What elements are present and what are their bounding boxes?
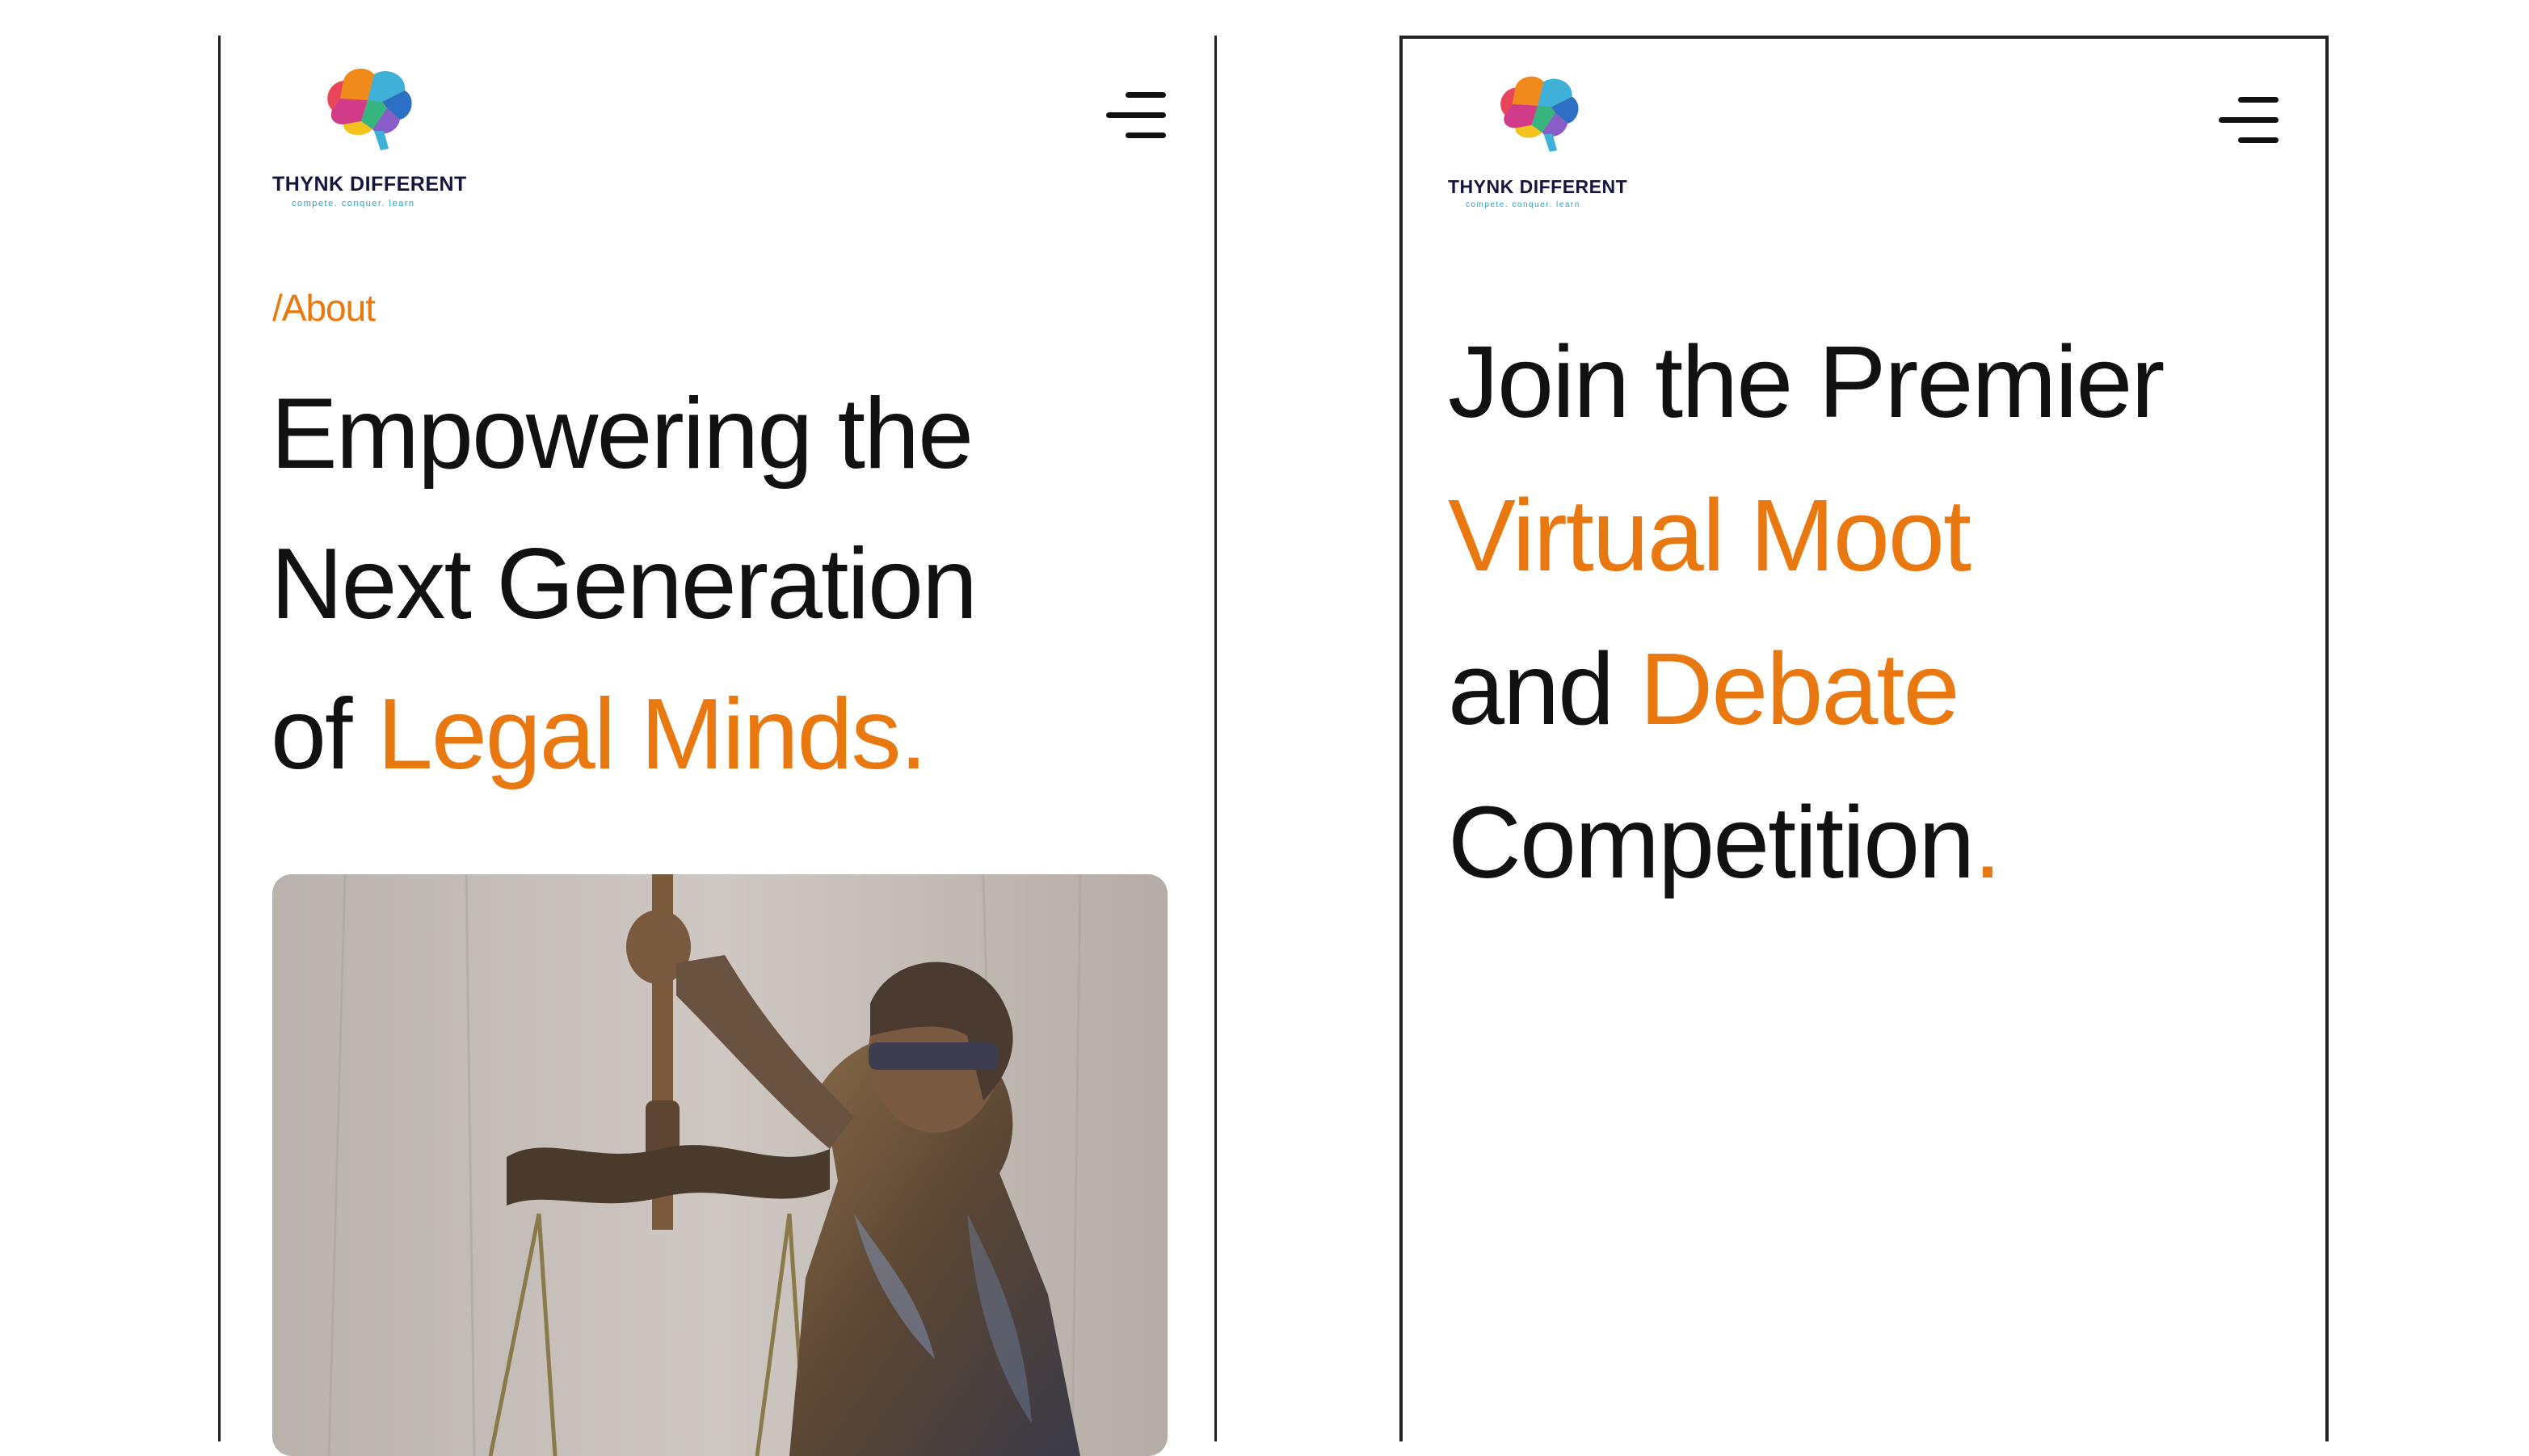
title-accent-virtual-moot: Virtual Moot <box>1448 478 1971 592</box>
title-line-2: Next Generation <box>271 528 978 640</box>
title-line-1: Join the Premier <box>1448 325 2165 439</box>
lady-justice-statue-icon <box>272 874 1168 1456</box>
title-line-3-prefix: and <box>1448 632 1640 746</box>
brand-logo[interactable]: THYNK DIFFERENT compete. conquer. learn <box>272 60 482 221</box>
brand-name: THYNK DIFFERENT <box>1448 176 1628 197</box>
title-line-3-prefix: of <box>271 679 377 790</box>
brand-tagline: compete. conquer. learn <box>1466 200 1580 209</box>
title-line-1: Empowering the <box>271 378 974 490</box>
about-screen: THYNK DIFFERENT compete. conquer. learn … <box>218 36 1217 1456</box>
lady-justice-image <box>272 874 1168 1456</box>
brain-logo-icon <box>327 69 412 150</box>
brain-logo-icon <box>1500 76 1579 152</box>
title-accent: Legal Minds. <box>377 679 928 790</box>
breadcrumb[interactable]: /About <box>272 286 376 330</box>
title-line-4: Competition <box>1448 785 1975 899</box>
page-title: Join the Premier Virtual Moot and Debate… <box>1448 305 2304 919</box>
hamburger-menu-icon[interactable] <box>1101 92 1166 141</box>
competition-screen: THYNK DIFFERENT compete. conquer. learn … <box>1399 36 2329 1441</box>
hamburger-menu-icon[interactable] <box>2214 97 2279 145</box>
page-title: Empowering the Next Generation of Legal … <box>271 359 1192 810</box>
brand-logo[interactable]: THYNK DIFFERENT compete. conquer. learn <box>1448 68 1642 221</box>
brand-tagline: compete. conquer. learn <box>292 199 415 208</box>
title-accent-period: . <box>1973 785 2001 899</box>
title-accent-debate: Debate <box>1639 632 1959 746</box>
brand-name: THYNK DIFFERENT <box>272 173 467 196</box>
